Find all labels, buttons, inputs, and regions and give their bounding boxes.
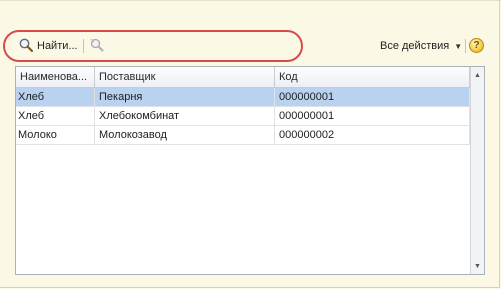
- all-actions-label: Все действия: [380, 40, 450, 52]
- table-header: Наименова... Поставщик Код: [16, 67, 470, 88]
- help-icon: ?: [473, 40, 480, 51]
- column-header-name[interactable]: Наименова...: [16, 67, 95, 87]
- cell-name: Хлеб: [16, 107, 95, 125]
- toolbar-separator-right: [465, 39, 466, 53]
- cell-supplier: Хлебокомбинат: [95, 107, 275, 125]
- table-row[interactable]: Молоко Молокозавод 000000002: [16, 126, 470, 145]
- cell-name: Хлеб: [16, 88, 95, 106]
- data-table[interactable]: Наименова... Поставщик Код Хлеб Пекарня …: [15, 66, 485, 275]
- chevron-down-icon: ▼: [454, 41, 463, 51]
- cell-code: 000000001: [275, 88, 470, 106]
- cell-supplier: Молокозавод: [95, 126, 275, 144]
- scroll-up-icon[interactable]: ▲: [471, 68, 484, 82]
- vertical-scrollbar[interactable]: ▲ ▼: [470, 67, 484, 274]
- scroll-down-icon[interactable]: ▼: [471, 259, 484, 273]
- column-header-code[interactable]: Код: [275, 67, 470, 87]
- cell-code: 000000002: [275, 126, 470, 144]
- highlight-annotation: [3, 30, 303, 62]
- table-row[interactable]: Хлеб Хлебокомбинат 000000001: [16, 107, 470, 126]
- cell-name: Молоко: [16, 126, 95, 144]
- all-actions-menu[interactable]: Все действия ▼: [380, 38, 462, 54]
- cell-code: 000000001: [275, 107, 470, 125]
- column-header-supplier[interactable]: Поставщик: [95, 67, 275, 87]
- help-button[interactable]: ?: [469, 38, 484, 53]
- table-row[interactable]: Хлеб Пекарня 000000001: [16, 88, 470, 107]
- cell-supplier: Пекарня: [95, 88, 275, 106]
